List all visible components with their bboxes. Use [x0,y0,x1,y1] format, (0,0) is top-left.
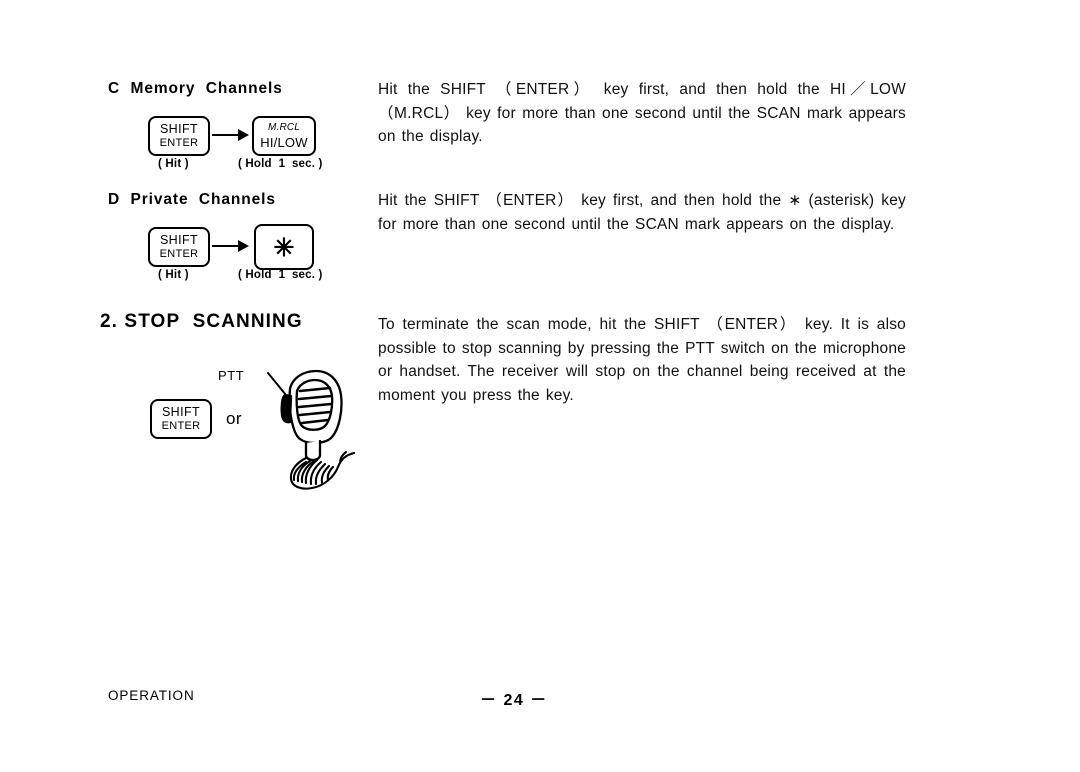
caption-hold-one-second: ( Hold 1 sec. ) [238,158,323,170]
arrow-right-icon [212,126,250,149]
stop-scanning-diagram: SHIFT ENTER or PTT [108,368,378,490]
key-shift-enter: SHIFT ENTER [148,227,210,267]
key-hilow-label: HI/LOW [260,135,308,150]
caption-hit: ( Hit ) [158,158,189,170]
body-private-channels: Hit the SHIFT （ENTER） key first, and the… [378,192,906,233]
body-stop-scanning: To terminate the scan mode, hit the SHIF… [378,316,906,404]
caption-hold-one-second: ( Hold 1 sec. ) [238,269,323,281]
key-enter-label: ENTER [159,247,199,260]
key-enter-label: ENTER [159,136,199,149]
microphone-icon [246,363,358,496]
section-private-channels-left: D Private Channels SHIFT ENTER ( Hit ) ✳… [108,191,358,287]
or-conjunction-label: or [226,409,242,428]
key-shift-label: SHIFT [159,233,199,248]
heading-private-channels: D Private Channels [108,191,276,208]
key-shift-enter: SHIFT ENTER [148,116,210,156]
arrow-right-icon [212,237,250,260]
section-stop-scanning-left: 2. STOP SCANNING SHIFT ENTER or PTT [100,311,378,490]
key-shift-label: SHIFT [161,405,201,420]
key-shift-enter: SHIFT ENTER [150,399,212,439]
heading-stop-scanning: 2. STOP SCANNING [100,311,303,332]
keypress-diagram-private-channels: SHIFT ENTER ( Hit ) ✳ ( Hold 1 sec. ) [108,224,358,287]
asterisk-icon: ✳ [273,234,295,262]
heading-memory-channels: C Memory Channels [108,80,283,97]
key-asterisk: ✳ [254,224,314,270]
manual-page: C Memory Channels SHIFT ENTER ( Hit ) M.… [0,0,1080,772]
key-mrcl-label: M.RCL [267,122,301,133]
keypress-diagram-memory-channels: SHIFT ENTER ( Hit ) M.RCL HI/LOW ( Hold … [108,116,358,176]
footer-section-label: OPERATION [108,688,195,703]
section-memory-channels-left: C Memory Channels SHIFT ENTER ( Hit ) M.… [108,80,358,176]
body-memory-channels: Hit the SHIFT （ENTER） key first, and the… [378,81,906,145]
key-enter-label: ENTER [161,419,201,432]
key-mrcl-hilow: M.RCL HI/LOW [252,116,316,156]
page-number: － 24 － [480,692,548,709]
ptt-callout-label: PTT [218,368,245,383]
key-shift-label: SHIFT [159,122,199,137]
caption-hit: ( Hit ) [158,269,189,281]
